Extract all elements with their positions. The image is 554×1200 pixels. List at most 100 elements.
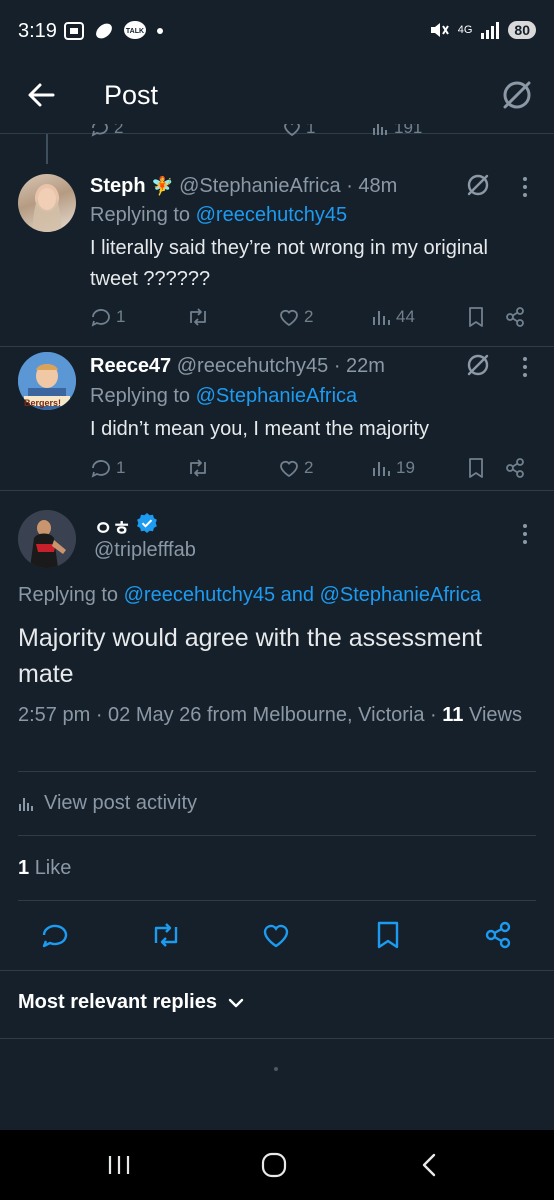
author-name[interactable]: Steph [90,175,146,197]
replying-to-label: Replying to [90,385,191,407]
leaf-icon [96,23,112,39]
grok-button[interactable] [465,352,491,378]
signal-icon [481,22,500,39]
author-name[interactable]: ㅇㅎ [94,512,131,541]
author-handle[interactable]: @reecehutchy45 [177,355,329,377]
post-time: · 48m [346,175,398,197]
chevron-down-icon [228,998,244,1007]
reply-button[interactable]: 1 [90,457,125,479]
talk-icon: TALK [124,21,146,39]
views-button[interactable]: 44 [372,307,415,327]
share-button[interactable] [483,920,513,950]
heart-icon [280,309,298,327]
grok-icon [467,174,489,196]
mute-icon [430,23,449,37]
retweet-icon [154,923,178,947]
divider [18,900,536,901]
like-button[interactable]: 2 [278,457,313,479]
share-button[interactable] [504,457,526,479]
avatar[interactable] [18,510,76,568]
loading-dot [274,1067,278,1071]
bookmark-button[interactable] [466,457,486,479]
bookmark-icon [377,921,399,949]
share-icon [506,307,524,327]
reply-header: Steph 🧚 @StephanieAfrica · 48m [90,175,397,198]
likes-count: 1 [18,857,30,879]
partial-view-count: 191 [372,124,422,138]
verified-badge [136,512,158,534]
post-meta: 2:57 pm · 02 May 26 from Melbourne, Vict… [18,700,538,730]
post-time: · 22m [333,355,385,377]
svg-text:TALK: TALK [126,28,144,35]
like-button[interactable] [261,920,291,950]
share-button[interactable] [504,306,526,328]
retweet-button[interactable] [186,306,214,328]
comment-icon [42,924,68,948]
replying-to-link[interactable]: @StephanieAfrica [196,385,358,407]
like-count: 2 [304,307,314,326]
status-right: 4G 80 [428,20,536,40]
heart-icon [263,924,289,948]
home-button[interactable] [261,1152,287,1178]
retweet-button[interactable] [149,920,183,950]
divider [0,346,554,347]
grok-button[interactable] [465,172,491,198]
grok-button[interactable] [500,78,534,112]
analytics-icon [373,311,390,325]
home-icon [261,1152,287,1178]
more-options-button[interactable] [515,356,535,378]
bookmark-button[interactable] [374,920,402,950]
author-name[interactable]: Reece47 [90,355,171,377]
more-vertical-icon [523,177,527,197]
reply-button[interactable]: 1 [90,306,125,328]
post-text: I didn’t mean you, I meant the majority [90,418,430,440]
more-vertical-icon [523,357,527,377]
retweet-icon [190,308,206,326]
replying-to-link[interactable]: @reecehutchy45 and @StephanieAfrica [124,584,482,606]
verified-icon [137,513,157,533]
system-nav-bar [0,1130,554,1200]
replying-to-label: Replying to [90,204,191,226]
grok-icon [467,354,489,376]
sort-replies-dropdown[interactable]: Most relevant replies [18,991,245,1014]
reply-count: 1 [116,307,126,326]
author-emoji: 🧚 [151,176,174,196]
back-button[interactable] [26,80,56,110]
replying-to-line: Replying to @StephanieAfrica [90,385,357,408]
divider [0,490,554,491]
recents-button[interactable] [107,1154,131,1176]
analytics-icon [19,797,33,811]
reply-header: Reece47 @reecehutchy45 · 22m [90,355,385,378]
share-icon [485,921,511,949]
bookmark-icon [469,307,483,327]
avatar[interactable] [18,174,76,232]
replying-to-link[interactable]: @reecehutchy45 [196,204,348,226]
system-back-button[interactable] [419,1152,439,1178]
author-handle[interactable]: @triplefffab [94,539,196,562]
analytics-icon [373,462,390,476]
more-options-button[interactable] [515,176,535,198]
retweet-button[interactable] [186,457,214,479]
partial-reply-count: 2 [90,124,123,138]
post-view-count: 11 [442,704,464,726]
like-button[interactable]: 2 [278,306,313,328]
heart-icon [280,460,298,478]
view-count: 19 [396,458,415,477]
sort-replies-label: Most relevant replies [18,991,217,1013]
likes-summary[interactable]: 1 Like [18,857,71,880]
reply-button[interactable] [40,920,70,950]
view-post-activity[interactable]: View post activity [18,792,197,815]
replying-to-line: Replying to @reecehutchy45 [90,204,347,227]
divider [0,1038,554,1039]
more-options-button[interactable] [515,523,535,545]
author-handle[interactable]: @StephanieAfrica [179,175,341,197]
replying-to-line: Replying to @reecehutchy45 and @Stephani… [18,584,481,607]
arrow-left-icon [28,83,55,107]
retweet-icon [190,459,206,477]
view-count: 44 [396,307,415,326]
partial-action-row: 2 1 191 [90,124,530,140]
views-button[interactable]: 19 [372,458,415,478]
divider [18,771,536,772]
partial-like-count: 1 [282,124,315,138]
bookmark-button[interactable] [466,306,486,328]
